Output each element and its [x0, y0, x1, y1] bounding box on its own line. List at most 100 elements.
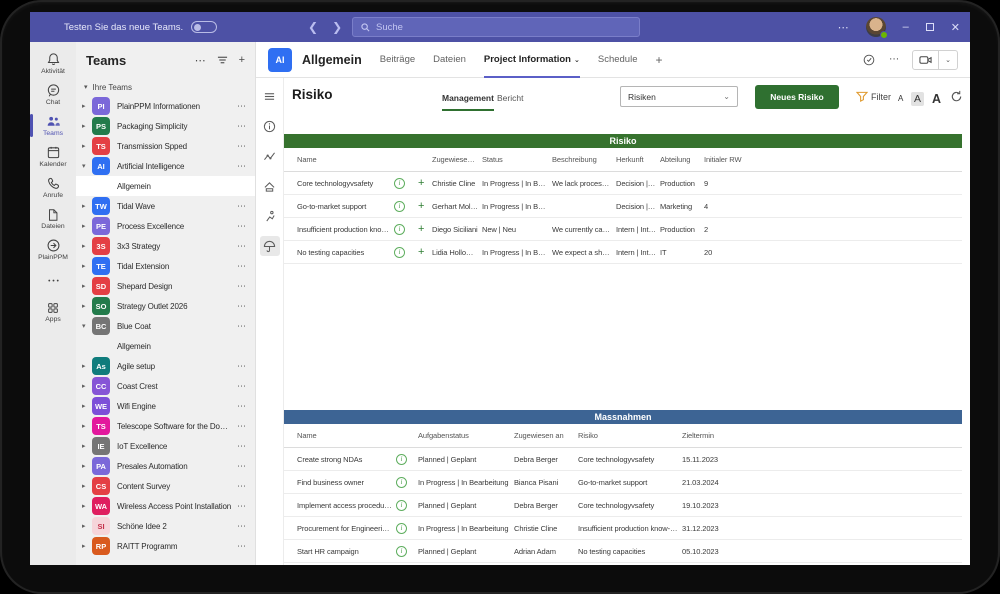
team-row[interactable]: ▸ TW Tidal Wave ⋯: [76, 196, 255, 216]
font-size-small-button[interactable]: A: [898, 94, 903, 103]
sidebar-more-icon[interactable]: ⋯: [195, 54, 206, 67]
team-more-icon[interactable]: ⋯: [233, 321, 247, 332]
team-row[interactable]: ▸ PA Presales Automation ⋯: [76, 456, 255, 476]
refresh-button[interactable]: [950, 90, 963, 108]
team-row[interactable]: ▸ TE Tidal Extension ⋯: [76, 256, 255, 276]
font-size-large-button[interactable]: A: [932, 92, 941, 106]
team-more-icon[interactable]: ⋯: [233, 361, 247, 372]
titlebar-more-icon[interactable]: ⋯: [838, 21, 849, 34]
deliverables-icon[interactable]: [260, 176, 280, 196]
team-more-icon[interactable]: ⋯: [233, 481, 247, 492]
new-teams-toggle[interactable]: [191, 21, 217, 33]
team-more-icon[interactable]: ⋯: [233, 261, 247, 272]
menu-icon[interactable]: [260, 86, 280, 106]
maximize-button[interactable]: [926, 23, 934, 31]
team-row[interactable]: Allgemein: [76, 336, 255, 356]
milestones-icon[interactable]: [260, 146, 280, 166]
tab-files[interactable]: Dateien: [433, 42, 466, 78]
rail-item-plainppm[interactable]: PlainPPM: [30, 234, 76, 265]
team-more-icon[interactable]: ⋯: [233, 461, 247, 472]
team-more-icon[interactable]: ⋯: [233, 521, 247, 532]
team-row[interactable]: ▸ CS Content Survey ⋯: [76, 476, 255, 496]
team-row[interactable]: ▸ CC Coast Crest ⋯: [76, 376, 255, 396]
info-icon[interactable]: i: [396, 546, 407, 557]
team-more-icon[interactable]: ⋯: [233, 381, 247, 392]
team-more-icon[interactable]: ⋯: [233, 301, 247, 312]
channel-more-icon[interactable]: ⋯: [889, 54, 899, 65]
team-row[interactable]: ▸ TS Telescope Software for the Dominion…: [76, 416, 255, 436]
team-more-icon[interactable]: ⋯: [233, 201, 247, 212]
add-tab-button[interactable]: +: [655, 42, 662, 78]
team-row[interactable]: ▸ PS Packaging Simplicity ⋯: [76, 116, 255, 136]
table-row[interactable]: Procurement for Engineering partner i In…: [284, 517, 962, 540]
rail-item-apps[interactable]: Apps: [30, 296, 76, 327]
entity-select[interactable]: Risiken ⌄: [620, 86, 738, 107]
minimize-button[interactable]: –: [903, 21, 909, 33]
team-row[interactable]: ▸ SI Schöne Idee 2 ⋯: [76, 516, 255, 536]
team-row[interactable]: ▸ IE IoT Excellence ⋯: [76, 436, 255, 456]
team-row[interactable]: ▸ 3S 3x3 Strategy ⋯: [76, 236, 255, 256]
table-row[interactable]: Find business owner i In Progress | In B…: [284, 471, 962, 494]
team-more-icon[interactable]: ⋯: [233, 101, 247, 112]
filter-list-icon[interactable]: [217, 55, 228, 65]
team-more-icon[interactable]: ⋯: [233, 501, 247, 512]
table-row[interactable]: Core technologyvsafety i + Christie Clin…: [284, 172, 962, 195]
back-icon[interactable]: ❮: [308, 20, 318, 34]
team-row[interactable]: ▸ RP RAITT Programm ⋯: [76, 536, 255, 556]
close-button[interactable]: ✕: [951, 21, 960, 34]
rail-item-teams[interactable]: Teams: [30, 110, 76, 141]
channel-chat-icon[interactable]: [862, 53, 876, 67]
team-more-icon[interactable]: ⋯: [233, 241, 247, 252]
rail-item-more[interactable]: [30, 265, 76, 296]
team-row[interactable]: Allgemein: [76, 176, 255, 196]
filter-button[interactable]: Filter: [856, 91, 891, 102]
tab-project-information[interactable]: Project Information ⌄: [484, 42, 580, 78]
team-row[interactable]: ▾ BC Blue Coat ⋯: [76, 316, 255, 336]
rail-item-activity[interactable]: Aktivität: [30, 48, 76, 79]
team-row[interactable]: ▸ As Agile setup ⋯: [76, 356, 255, 376]
add-icon[interactable]: +: [418, 224, 424, 235]
team-more-icon[interactable]: ⋯: [233, 541, 247, 552]
team-row[interactable]: ▸ PE Process Excellence ⋯: [76, 216, 255, 236]
table-row[interactable]: Create strong NDAs i Planned | Geplant D…: [284, 448, 962, 471]
team-more-icon[interactable]: ⋯: [233, 121, 247, 132]
new-risk-button[interactable]: Neues Risiko: [755, 85, 839, 109]
team-more-icon[interactable]: ⋯: [233, 141, 247, 152]
tab-posts[interactable]: Beiträge: [380, 42, 415, 78]
tab-schedule[interactable]: Schedule: [598, 42, 638, 78]
team-more-icon[interactable]: ⋯: [233, 441, 247, 452]
table-row[interactable]: Insufficient production know-hor i + Die…: [284, 218, 962, 241]
team-row[interactable]: ▸ WE Wifi Engine ⋯: [76, 396, 255, 416]
table-row[interactable]: No testing capacities i + Lidia Holloway…: [284, 241, 962, 264]
table-row[interactable]: Go-to-market support i + Gerhart Moller …: [284, 195, 962, 218]
team-row[interactable]: ▸ SD Shepard Design ⋯: [76, 276, 255, 296]
activities-icon[interactable]: [260, 206, 280, 226]
add-icon[interactable]: +: [418, 201, 424, 212]
rail-item-calls[interactable]: Anrufe: [30, 172, 76, 203]
rail-item-calendar[interactable]: Kalender: [30, 141, 76, 172]
forward-icon[interactable]: ❯: [332, 20, 342, 34]
team-row[interactable]: ▸ SO Strategy Outlet 2026 ⋯: [76, 296, 255, 316]
info-icon[interactable]: i: [394, 247, 405, 258]
info-icon[interactable]: i: [396, 500, 407, 511]
info-icon[interactable]: i: [394, 178, 405, 189]
team-row[interactable]: ▾ AI Artificial Intelligence ⋯: [76, 156, 255, 176]
add-icon[interactable]: +: [418, 247, 424, 258]
tab-bericht[interactable]: Bericht: [497, 93, 523, 103]
your-teams-section[interactable]: ▾ Ihre Teams: [76, 78, 255, 96]
info-nav-icon[interactable]: [260, 116, 280, 136]
meet-button[interactable]: ⌄: [912, 50, 958, 70]
add-icon[interactable]: +: [418, 178, 424, 189]
team-more-icon[interactable]: ⋯: [233, 221, 247, 232]
team-row[interactable]: ▸ PI PlainPPM Informationen ⋯: [76, 96, 255, 116]
join-create-team-icon[interactable]: +: [239, 54, 245, 66]
info-icon[interactable]: i: [394, 224, 405, 235]
risks-umbrella-icon[interactable]: [260, 236, 280, 256]
team-row[interactable]: ▸ WA Wireless Access Point Installation …: [76, 496, 255, 516]
font-size-medium-button[interactable]: A: [911, 92, 924, 106]
info-icon[interactable]: i: [394, 201, 405, 212]
team-more-icon[interactable]: ⋯: [233, 421, 247, 432]
table-row[interactable]: Start HR campaign i Planned | Geplant Ad…: [284, 540, 962, 563]
tab-management[interactable]: Management: [442, 93, 494, 111]
avatar[interactable]: [866, 17, 886, 37]
